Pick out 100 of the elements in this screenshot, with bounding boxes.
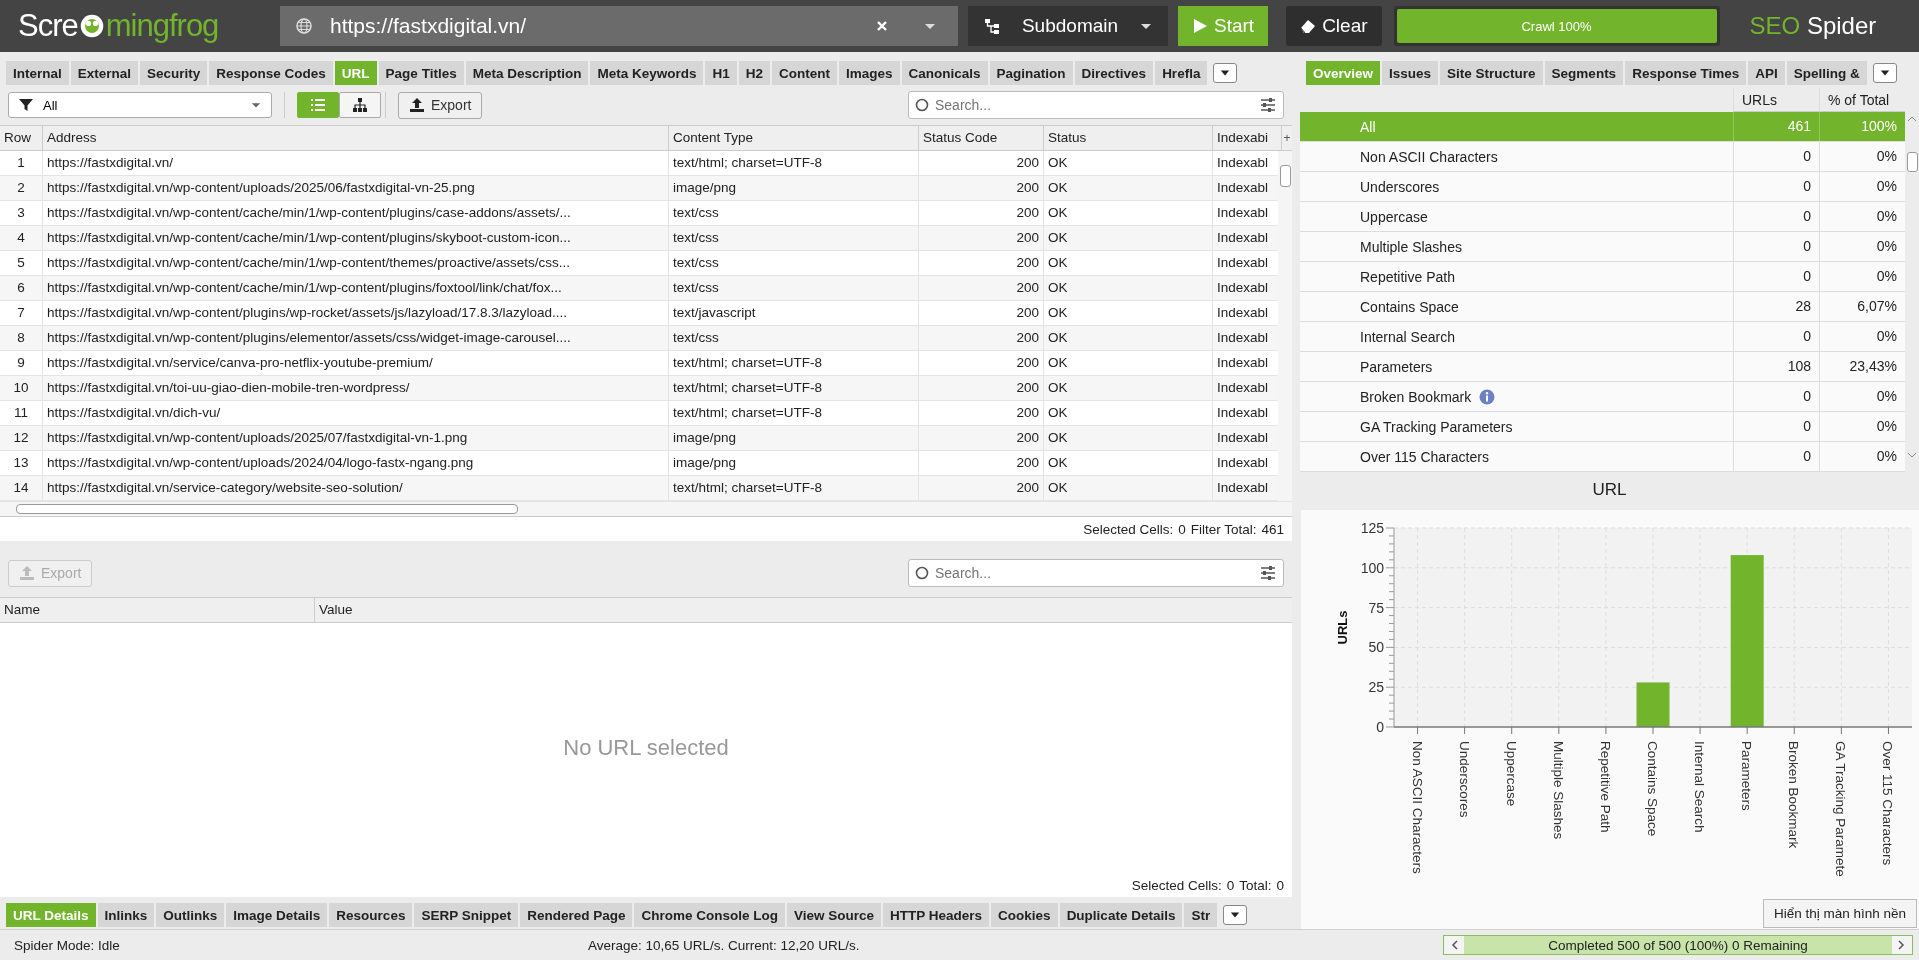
- tab[interactable]: Rendered Page: [520, 903, 633, 927]
- tab[interactable]: External: [70, 61, 139, 85]
- tab[interactable]: Str: [1184, 903, 1218, 927]
- product-name: SEO Spider: [1749, 12, 1877, 40]
- overview-row[interactable]: Repetitive Path 0 0%: [1300, 262, 1905, 292]
- tab[interactable]: Outlinks: [156, 903, 225, 927]
- tab[interactable]: Pagination: [989, 61, 1073, 85]
- tab[interactable]: Page Titles: [378, 61, 464, 85]
- tab[interactable]: View Source: [787, 903, 882, 927]
- add-column-button[interactable]: +: [1282, 126, 1292, 150]
- url-field[interactable]: https://fastxdigital.vn/: [280, 6, 958, 46]
- tab[interactable]: Duplicate Details: [1059, 903, 1183, 927]
- table-cell: 10: [0, 376, 43, 400]
- url-count: 0: [1733, 142, 1819, 171]
- tab[interactable]: Issues: [1382, 61, 1439, 85]
- search-field[interactable]: Search...: [908, 559, 1284, 587]
- table-cell: text/html; charset=UTF-8: [669, 401, 919, 425]
- tab[interactable]: HTTP Headers: [883, 903, 990, 927]
- hierarchy-icon: [352, 97, 368, 113]
- tab[interactable]: H1: [705, 61, 737, 85]
- overview-row[interactable]: Uppercase 0 0%: [1300, 202, 1905, 232]
- tab[interactable]: Content: [772, 61, 837, 85]
- tab[interactable]: Meta Keywords: [590, 61, 704, 85]
- more-tabs-button[interactable]: [1213, 63, 1238, 83]
- tab[interactable]: H2: [738, 61, 770, 85]
- column-header[interactable]: Address: [43, 126, 669, 150]
- mode-dropdown[interactable]: Subdomain: [968, 6, 1168, 46]
- tab[interactable]: Directives: [1074, 61, 1154, 85]
- tab[interactable]: Image Details: [226, 903, 328, 927]
- tab[interactable]: Cookies: [991, 903, 1058, 927]
- table-cell: OK: [1044, 426, 1213, 450]
- tab[interactable]: Response Times: [1625, 61, 1747, 85]
- table-cell: 8: [0, 326, 43, 350]
- tab[interactable]: Inlinks: [97, 903, 155, 927]
- overview-row[interactable]: Contains Space 28 6,07%: [1300, 292, 1905, 322]
- overview-row[interactable]: Over 115 Characters 0 0%: [1300, 442, 1905, 472]
- table-cell: OK: [1044, 201, 1213, 225]
- spider-mode: Spider Mode: Idle: [13, 937, 121, 953]
- table-cell: 200: [919, 201, 1044, 225]
- table-cell: 200: [919, 326, 1044, 350]
- search-field[interactable]: Search...: [908, 91, 1284, 119]
- tab[interactable]: Segments: [1544, 61, 1624, 85]
- vertical-scrollbar[interactable]: [1278, 151, 1292, 501]
- table-cell: 200: [919, 226, 1044, 250]
- tab[interactable]: Security: [140, 61, 208, 85]
- y-axis-title: URLs: [1335, 610, 1350, 645]
- table-cell: OK: [1044, 401, 1213, 425]
- column-header[interactable]: Name: [0, 598, 315, 622]
- tab[interactable]: Images: [839, 61, 900, 85]
- y-tick-label: 125: [1360, 520, 1384, 536]
- x-tick-label: Internal Search: [1692, 741, 1708, 833]
- column-header[interactable]: Status: [1044, 126, 1213, 150]
- info-icon[interactable]: [1479, 388, 1496, 405]
- x-tick-label: Repetitive Path: [1597, 741, 1613, 833]
- tab[interactable]: API: [1748, 61, 1785, 85]
- sliders-icon[interactable]: [1260, 97, 1276, 113]
- filter-dropdown[interactable]: All: [8, 92, 272, 118]
- table-cell: 200: [919, 151, 1044, 175]
- overview-row[interactable]: Non ASCII Characters 0 0%: [1300, 142, 1905, 172]
- table-cell: 12: [0, 426, 43, 450]
- overview-row[interactable]: Underscores 0 0%: [1300, 172, 1905, 202]
- clear-button[interactable]: Clear: [1286, 6, 1382, 46]
- export-button[interactable]: Export: [398, 91, 483, 119]
- tab[interactable]: SERP Snippet: [414, 903, 519, 927]
- overview-row[interactable]: Broken Bookmark 0 0%: [1300, 382, 1905, 412]
- overview-row[interactable]: Parameters 108 23,43%: [1300, 352, 1905, 382]
- tab[interactable]: Canonicals: [901, 61, 988, 85]
- more-tabs-button[interactable]: [1872, 63, 1897, 83]
- column-header[interactable]: Row: [0, 126, 43, 150]
- url-count: 0: [1733, 382, 1819, 411]
- tab[interactable]: Spelling &: [1786, 61, 1867, 85]
- sliders-icon[interactable]: [1260, 565, 1276, 581]
- column-header[interactable]: Content Type: [669, 126, 919, 150]
- filter-total-label: Filter Total:: [1190, 521, 1257, 537]
- tab[interactable]: Internal: [6, 61, 69, 85]
- filter-label: GA Tracking Parameters: [1360, 418, 1513, 435]
- column-header[interactable]: Indexabi: [1213, 126, 1282, 150]
- tree-view-button[interactable]: [339, 92, 381, 118]
- table-cell: 200: [919, 176, 1044, 200]
- tab[interactable]: Response Codes: [209, 61, 333, 85]
- y-tick-label: 75: [1368, 599, 1384, 616]
- overview-row[interactable]: Multiple Slashes 0 0%: [1300, 232, 1905, 262]
- more-tabs-button[interactable]: [1223, 905, 1248, 925]
- table-cell: 11: [0, 401, 43, 425]
- tab[interactable]: Meta Description: [465, 61, 589, 85]
- table-cell: 200: [919, 476, 1044, 500]
- list-icon: [310, 97, 326, 113]
- scrollbar-thumb[interactable]: [1906, 152, 1918, 172]
- horizontal-scrollbar[interactable]: [0, 501, 1292, 516]
- overview-row[interactable]: GA Tracking Parameters 0 0%: [1300, 412, 1905, 442]
- tab[interactable]: Hrefla: [1155, 61, 1208, 85]
- overview-row[interactable]: Internal Search 0 0%: [1300, 322, 1905, 352]
- column-header[interactable]: Value: [315, 598, 1292, 622]
- column-header[interactable]: Status Code: [919, 126, 1044, 150]
- tab[interactable]: Site Structure: [1440, 61, 1543, 85]
- tab[interactable]: Resources: [329, 903, 413, 927]
- table-cell: 1: [0, 151, 43, 175]
- tab[interactable]: Chrome Console Log: [634, 903, 785, 927]
- clear-icon[interactable]: [876, 20, 888, 32]
- globe-icon: [296, 18, 312, 34]
